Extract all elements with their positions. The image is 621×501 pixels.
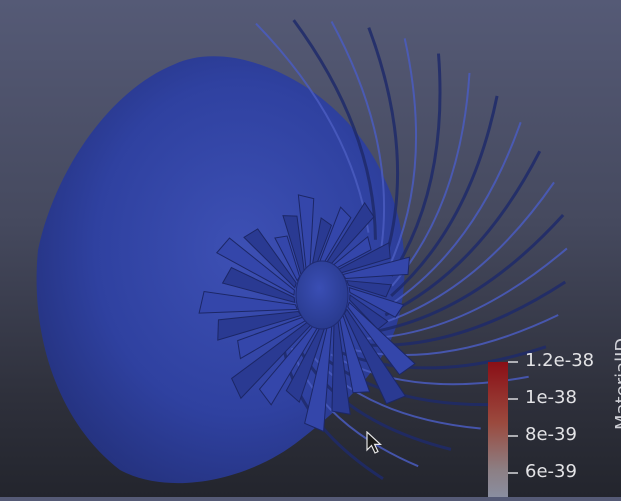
turbine-impeller-model[interactable] [0,0,621,497]
impeller-hub [295,260,349,330]
render-viewport[interactable]: 1.2e-38 1e-38 8e-39 6e-39 MaterialID [0,0,621,497]
arrow-cursor-icon [366,431,382,454]
